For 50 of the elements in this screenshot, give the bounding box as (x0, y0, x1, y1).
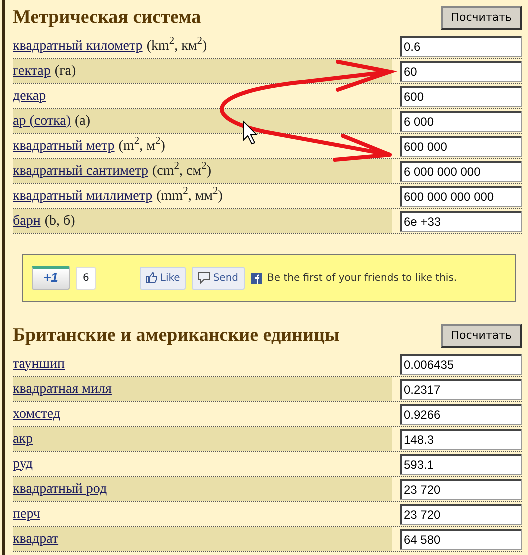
unit-symbol: (mm$^{2}$, мм$^{2}$) (156, 186, 223, 206)
value-field[interactable]: 60 (400, 60, 522, 82)
value-field[interactable]: 148.3 (400, 428, 522, 450)
value-field[interactable]: 6e +33 (400, 210, 522, 232)
value-field[interactable]: 6 000 (400, 110, 522, 132)
facebook-icon (250, 272, 262, 284)
social-text: Be the first of your friends to like this. (268, 272, 458, 286)
value-field[interactable]: 0.2317 (400, 378, 522, 400)
value-field[interactable]: 600 (400, 86, 522, 106)
value-field[interactable]: 593.1 (400, 454, 522, 474)
value-field[interactable]: 6 000 000 000 (400, 160, 522, 182)
unit-symbol: (b, б) (44, 212, 76, 230)
unit-link[interactable]: гектар (13, 60, 51, 82)
unit-symbol: (m$^{2}$, м$^{2}$) (118, 136, 166, 156)
cursor-icon (244, 120, 258, 145)
send-button[interactable]: Send (192, 266, 244, 290)
unit-link[interactable]: перч (13, 504, 40, 524)
unit-symbol: (а) (75, 112, 91, 130)
calculate-button[interactable]: Посчитать (441, 6, 522, 30)
unit-link[interactable]: декар (13, 86, 46, 106)
value-field[interactable]: 600 000 (400, 136, 522, 156)
unit-link[interactable]: хомстед (13, 404, 61, 424)
unit-link[interactable]: квадратный километр (13, 36, 143, 56)
section-title: Британские и американские единицы (13, 324, 340, 348)
value-field[interactable]: 0.006435 (400, 354, 522, 374)
unit-link[interactable]: ар (сотка) (13, 110, 71, 132)
unit-link[interactable]: квадратный сантиметр (13, 160, 148, 182)
unit-link[interactable]: тауншип (13, 354, 66, 374)
like-button[interactable]: Like (140, 266, 186, 290)
value-field[interactable]: 23 720 (400, 504, 522, 524)
thumbs-up-icon (146, 272, 158, 284)
unit-link[interactable]: квадратный миллиметр (13, 186, 153, 206)
value-field[interactable]: 64 580 (400, 528, 522, 550)
unit-symbol: (km$^{2}$, км$^{2}$) (146, 36, 208, 56)
section-title: Метрическая система (13, 6, 202, 30)
plus-one-count: 6 (76, 266, 96, 290)
unit-symbol: (cm$^{2}$, см$^{2}$) (152, 160, 212, 180)
unit-link[interactable]: руд (13, 454, 34, 474)
unit-symbol: (га) (54, 62, 76, 80)
value-field[interactable]: 0.6 (400, 36, 522, 56)
unit-link[interactable]: акр (13, 428, 34, 450)
unit-link[interactable]: квадратный метр (13, 136, 115, 156)
value-field[interactable]: 23 720 (400, 478, 522, 500)
value-field[interactable]: 0.9266 (400, 404, 522, 424)
value-field[interactable]: 600 000 000 000 (400, 186, 522, 206)
speech-bubble-icon (198, 272, 212, 284)
calculate-button[interactable]: Посчитать (441, 324, 522, 348)
unit-link[interactable]: барн (13, 210, 41, 232)
plus-one-button[interactable]: +1 (32, 266, 70, 290)
unit-link[interactable]: квадрат (13, 528, 59, 550)
